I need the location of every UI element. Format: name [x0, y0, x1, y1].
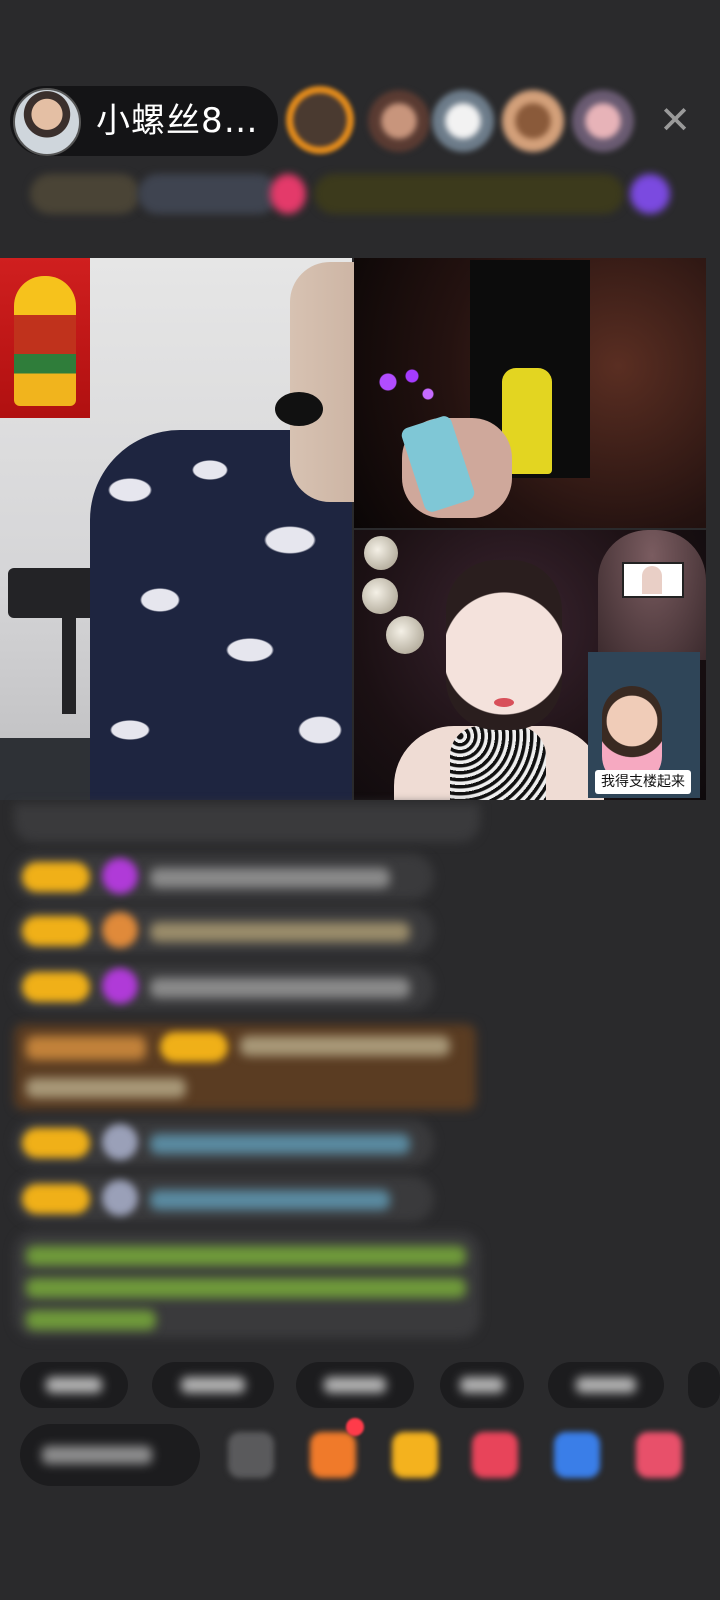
quick-reply-pill[interactable] — [440, 1362, 524, 1408]
share-icon[interactable] — [554, 1432, 600, 1478]
diamond-icon — [102, 858, 138, 894]
fan-icon — [102, 912, 138, 948]
quick-reply-pill[interactable] — [296, 1362, 414, 1408]
diamond-icon — [102, 968, 138, 1004]
viewer-avatar[interactable] — [368, 90, 430, 152]
quick-reply-pill[interactable] — [548, 1362, 664, 1408]
level-badge — [22, 1184, 90, 1214]
level-badge — [22, 916, 90, 946]
user-icon — [102, 1124, 138, 1160]
viewer-avatar[interactable] — [502, 90, 564, 152]
more-icon[interactable] — [636, 1432, 682, 1478]
chat-text — [150, 978, 410, 998]
chat-text — [26, 1078, 186, 1098]
fortune-god-poster — [0, 258, 90, 418]
level-badge — [22, 1128, 90, 1158]
chat-text — [150, 868, 390, 888]
user-icon — [102, 1180, 138, 1216]
chat-icon[interactable] — [228, 1432, 274, 1478]
guest-video-top[interactable] — [354, 258, 706, 528]
chat-message — [14, 804, 480, 842]
quick-reply-pill[interactable] — [152, 1362, 274, 1408]
quick-reply-pill[interactable] — [20, 1362, 128, 1408]
level-badge — [160, 1032, 228, 1062]
gift-icon[interactable] — [392, 1432, 438, 1478]
kid-caption: 我得支楼起来 — [595, 770, 691, 794]
bench-leg — [62, 618, 76, 714]
level-badge — [22, 972, 90, 1002]
gift-box-icon[interactable] — [310, 1432, 356, 1478]
viewer-avatar[interactable] — [432, 90, 494, 152]
rank-badge-row[interactable] — [18, 170, 698, 218]
comment-input[interactable] — [20, 1424, 200, 1486]
chat-text — [150, 1190, 390, 1210]
chat-text — [240, 1036, 450, 1056]
close-icon[interactable]: ✕ — [655, 100, 695, 140]
chat-text — [26, 1036, 146, 1060]
mini-preview — [622, 562, 684, 598]
chat-text — [26, 1310, 156, 1330]
host-name[interactable]: 小螺丝8… — [96, 98, 259, 144]
level-badge — [22, 862, 90, 892]
top-viewer-avatar[interactable] — [286, 86, 354, 154]
viewer-avatar[interactable] — [572, 90, 634, 152]
host-avatar[interactable] — [13, 88, 81, 156]
notification-dot — [346, 1418, 364, 1436]
chat-text — [26, 1278, 466, 1298]
heart-icon[interactable] — [472, 1432, 518, 1478]
chat-text — [150, 1134, 410, 1154]
quick-reply-pill[interactable] — [688, 1362, 720, 1408]
chat-text — [150, 922, 410, 942]
sunglasses — [275, 392, 323, 426]
chat-text — [26, 1246, 466, 1266]
